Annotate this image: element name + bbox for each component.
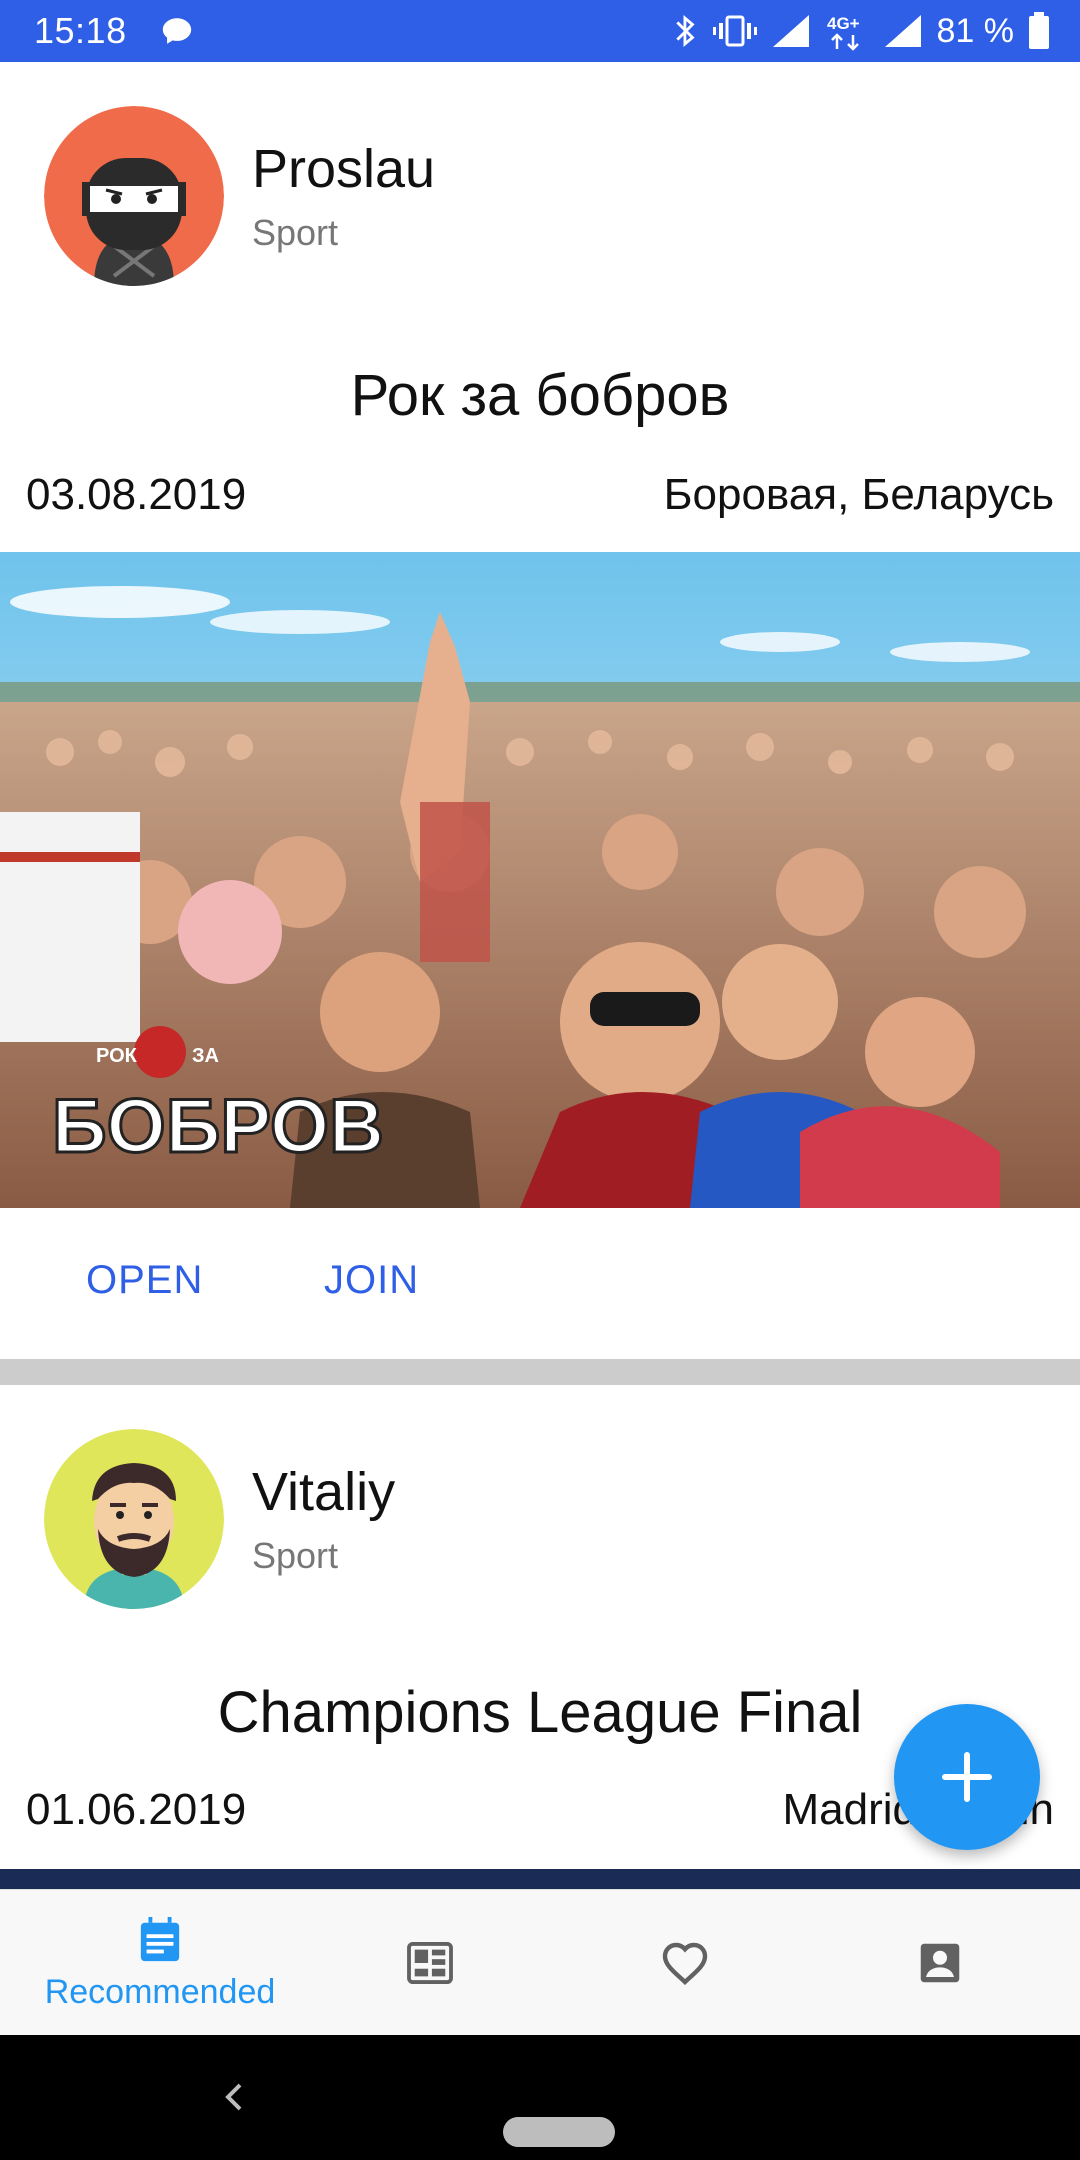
- ninja-avatar-icon: [44, 106, 224, 286]
- message-icon: [162, 18, 192, 44]
- event-title: Рок за бобров: [350, 363, 730, 428]
- heart-icon: [662, 1942, 708, 1985]
- nav-recommended-label: Recommended: [44, 1972, 276, 2011]
- nav-favorites[interactable]: [585, 1890, 785, 2036]
- home-pill[interactable]: [503, 2117, 615, 2147]
- festival-logo-small-2: ЗА: [192, 1045, 219, 1067]
- author-name: Vitaliy: [252, 1462, 396, 1522]
- calendar-icon: [140, 1916, 180, 1961]
- bluetooth-icon: [675, 14, 695, 48]
- bottom-navigation: Recommended: [0, 1889, 1080, 2035]
- vibrate-icon: [712, 15, 757, 47]
- signal-icon-2: [884, 15, 921, 47]
- status-bar: 15:18 4G+ 81 %: [0, 0, 1080, 62]
- festival-logo-big: БОБРОВ: [52, 1084, 384, 1169]
- event-actions: OPEN JOIN: [0, 1208, 1080, 1358]
- event-category: Sport: [252, 1535, 339, 1576]
- battery-percentage: 81 %: [936, 11, 1015, 50]
- add-event-button[interactable]: [894, 1704, 1040, 1850]
- signal-icon: [772, 15, 809, 47]
- event-place: Боровая, Беларусь: [663, 470, 1054, 519]
- author-name: Proslau: [252, 139, 436, 199]
- plus-icon: [942, 1752, 992, 1802]
- nav-news[interactable]: [330, 1890, 530, 2036]
- nav-recommended[interactable]: Recommended: [0, 1890, 320, 2036]
- author-avatar[interactable]: [44, 1429, 224, 1609]
- event-date: 03.08.2019: [26, 470, 247, 519]
- status-time: 15:18: [34, 10, 127, 51]
- status-icons: 4G+ 81 %: [673, 8, 1051, 54]
- event-card[interactable]: Proslau Sport Рок за бобров 03.08.2019 Б…: [0, 62, 1080, 1359]
- festival-logo-small-1: РОК: [96, 1045, 138, 1067]
- card-divider: [0, 1359, 1080, 1385]
- bearded-man-avatar-icon: [44, 1429, 224, 1609]
- event-category: Sport: [252, 212, 339, 253]
- nav-profile[interactable]: [840, 1890, 1040, 2036]
- battery-icon: [1029, 12, 1049, 49]
- network-4g-icon: 4G+: [827, 14, 860, 51]
- event-feed[interactable]: Proslau Sport Рок за бобров 03.08.2019 Б…: [0, 62, 1080, 1889]
- back-icon[interactable]: [214, 2077, 254, 2117]
- account-icon: [920, 1943, 960, 1983]
- network-label: 4G+: [827, 14, 860, 33]
- system-navigation-bar: [0, 2035, 1080, 2160]
- open-button[interactable]: OPEN: [86, 1258, 203, 1303]
- event-date: 01.06.2019: [26, 1785, 247, 1834]
- event-image[interactable]: [0, 1869, 1080, 1889]
- event-image[interactable]: РОК ЗА БОБРОВ: [0, 552, 1080, 1208]
- join-button[interactable]: JOIN: [324, 1258, 419, 1303]
- news-icon: [407, 1942, 453, 1984]
- author-avatar[interactable]: [44, 106, 224, 286]
